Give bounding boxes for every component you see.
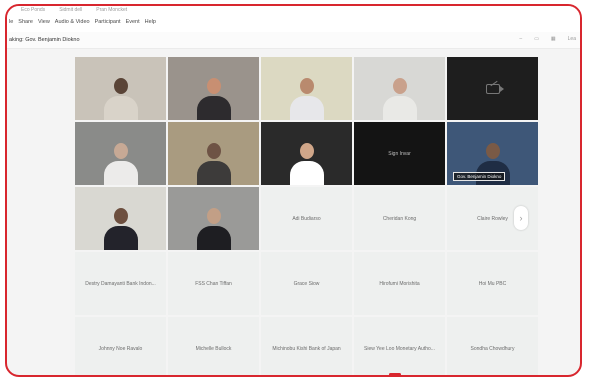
participant-name: Michelle Bullock xyxy=(195,345,232,352)
head-shape xyxy=(113,208,128,224)
head-shape xyxy=(392,78,407,94)
torso-shape xyxy=(382,96,417,120)
participant-tile[interactable]: FSS Chan Tiffan xyxy=(168,252,259,315)
menu-item[interactable]: le xyxy=(9,19,13,25)
participant-name-label: Gov. Benjamin Diokno xyxy=(453,172,506,181)
blurred-title-item: Pran Moncket xyxy=(96,7,128,13)
menu-item[interactable]: Share xyxy=(18,19,33,25)
grid-icon[interactable]: ▦ xyxy=(551,36,556,42)
participant-name: Sondha Chowdhury xyxy=(470,345,515,352)
window-topbar: Eco Ponds Sidmit dell Pran Moncket le Share… xyxy=(7,6,580,32)
participant-name: Hirofumi Morishita xyxy=(379,280,420,287)
participant-grid: Sign Invar Gov. Benjamin Diokno Adi Budiar… xyxy=(75,57,538,375)
participant-video xyxy=(196,208,231,250)
participant-tile[interactable]: Johnny Noe Ravalo xyxy=(75,317,166,375)
active-speaker-label: aking: Gov. Benjamin Diokno xyxy=(9,37,80,43)
participant-tile[interactable]: Cheridan Kong xyxy=(354,187,445,250)
participant-tile[interactable] xyxy=(447,57,538,120)
participant-name: FSS Chan Tiffan xyxy=(195,280,232,287)
participant-tile[interactable] xyxy=(354,57,445,120)
minus-icon[interactable]: – xyxy=(519,36,522,42)
participant-name: Grace Siow xyxy=(293,280,320,287)
torso-shape xyxy=(103,226,138,250)
participant-name: Destry Damayanti Bank Indon... xyxy=(85,280,156,287)
participant-tile[interactable] xyxy=(75,122,166,185)
participant-tile[interactable]: Sondha Chowdhury xyxy=(447,317,538,375)
head-shape xyxy=(485,143,500,159)
torso-shape xyxy=(103,161,138,185)
page-indicator xyxy=(389,373,401,375)
participant-tile[interactable]: Hirofumi Morishita xyxy=(354,252,445,315)
blurred-title-row: Eco Ponds Sidmit dell Pran Moncket xyxy=(21,7,127,13)
participant-tile[interactable] xyxy=(168,122,259,185)
participant-tile[interactable] xyxy=(75,57,166,120)
chevron-right-icon: › xyxy=(519,213,523,223)
leave-button[interactable]: Lea xyxy=(568,36,576,42)
participant-name: Hoi Mu PBC xyxy=(478,280,507,287)
speaker-bar: aking: Gov. Benjamin Diokno – ▭ ▦ Lea xyxy=(7,32,580,49)
head-shape xyxy=(299,143,314,159)
participant-video xyxy=(103,143,138,185)
menu-item[interactable]: Participant xyxy=(95,19,121,25)
top-right-controls: – ▭ ▦ Lea xyxy=(519,36,576,42)
head-shape xyxy=(299,78,314,94)
menu-item[interactable]: Event xyxy=(126,19,140,25)
torso-shape xyxy=(196,161,231,185)
participant-tile[interactable]: Sign Invar xyxy=(354,122,445,185)
head-shape xyxy=(206,143,221,159)
torso-shape xyxy=(196,96,231,120)
menu-item[interactable]: Help xyxy=(145,19,156,25)
torso-shape xyxy=(103,96,138,120)
participant-tile[interactable] xyxy=(261,57,352,120)
head-shape xyxy=(113,78,128,94)
participant-tile[interactable]: Hoi Mu PBC xyxy=(447,252,538,315)
menu-bar: le Share View Audio & Video Participant Event… xyxy=(9,19,156,25)
participant-name: Claire Rowley xyxy=(477,215,508,222)
camera-off-icon xyxy=(485,83,504,94)
participant-name: Cheridan Kong xyxy=(382,215,417,222)
participant-video xyxy=(103,78,138,120)
participant-video xyxy=(196,143,231,185)
screenshot-frame: Eco Ponds Sidmit dell Pran Moncket le Share… xyxy=(5,4,582,377)
participant-tile[interactable]: Gov. Benjamin Diokno xyxy=(447,122,538,185)
torso-shape xyxy=(196,226,231,250)
participant-video xyxy=(289,78,324,120)
participant-tile[interactable] xyxy=(168,187,259,250)
participant-tile[interactable] xyxy=(261,122,352,185)
menu-item[interactable]: View xyxy=(38,19,50,25)
participant-name: Adi Budiarso xyxy=(292,215,321,222)
participant-tile[interactable] xyxy=(168,57,259,120)
participant-video xyxy=(289,143,324,185)
participant-name: Johnny Noe Ravalo xyxy=(98,345,143,352)
participant-tile[interactable]: Destry Damayanti Bank Indon... xyxy=(75,252,166,315)
head-shape xyxy=(113,143,128,159)
head-shape xyxy=(206,78,221,94)
participant-tile[interactable] xyxy=(75,187,166,250)
participant-name: Sign Invar xyxy=(388,150,411,157)
participant-name: Siew Yee Loo Monetary Autho... xyxy=(364,345,435,352)
participant-tile[interactable]: Michelle Bullock xyxy=(168,317,259,375)
participant-video xyxy=(103,208,138,250)
participant-tile[interactable]: Grace Siow xyxy=(261,252,352,315)
torso-shape xyxy=(289,96,324,120)
participant-tile[interactable]: Michinobu Kishi Bank of Japan xyxy=(261,317,352,375)
next-page-button[interactable]: › xyxy=(514,206,528,230)
participant-tile[interactable]: Siew Yee Loo Monetary Autho... xyxy=(354,317,445,375)
participant-video xyxy=(196,78,231,120)
blurred-title-item: Sidmit dell xyxy=(59,7,83,13)
participant-tile[interactable]: Adi Budiarso xyxy=(261,187,352,250)
participant-name: Michinobu Kishi Bank of Japan xyxy=(272,345,341,352)
head-shape xyxy=(206,208,221,224)
layout-icon[interactable]: ▭ xyxy=(534,36,539,42)
torso-shape xyxy=(289,161,324,185)
participant-video xyxy=(382,78,417,120)
blurred-title-item: Eco Ponds xyxy=(21,7,46,13)
menu-item[interactable]: Audio & Video xyxy=(55,19,90,25)
